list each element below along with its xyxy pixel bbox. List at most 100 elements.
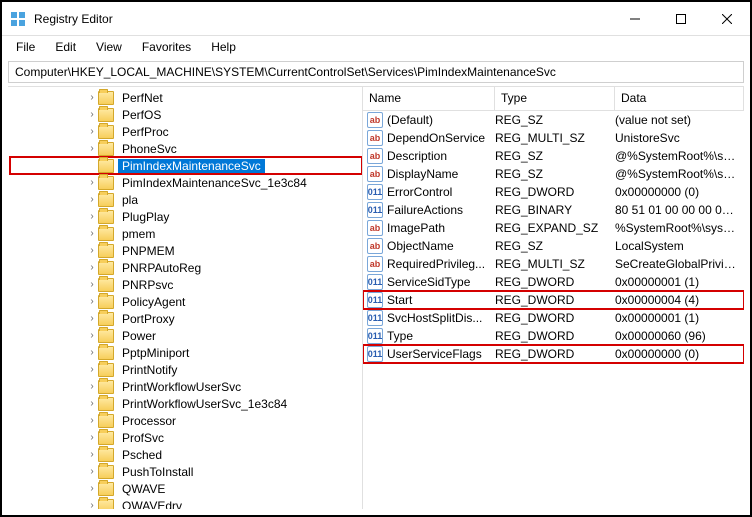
value-data: 0x00000000 (0) — [615, 185, 744, 199]
list-row[interactable]: ab(Default)REG_SZ(value not set) — [363, 111, 744, 129]
tree-item[interactable]: ›PolicyAgent — [10, 293, 362, 310]
chevron-right-icon[interactable]: › — [86, 92, 98, 103]
chevron-right-icon[interactable]: › — [86, 449, 98, 460]
chevron-right-icon[interactable]: › — [86, 143, 98, 154]
tree-item[interactable]: ⌄PimIndexMaintenanceSvc — [10, 157, 362, 174]
chevron-right-icon[interactable]: › — [86, 364, 98, 375]
folder-icon — [98, 363, 114, 377]
column-data[interactable]: Data — [615, 87, 744, 110]
list-row[interactable]: 011UserServiceFlagsREG_DWORD0x00000000 (… — [363, 345, 744, 363]
chevron-right-icon[interactable]: › — [86, 466, 98, 477]
list-row[interactable]: abObjectNameREG_SZLocalSystem — [363, 237, 744, 255]
chevron-right-icon[interactable]: › — [86, 500, 98, 509]
string-value-icon: ab — [367, 238, 383, 254]
minimize-button[interactable] — [612, 2, 658, 35]
tree-item[interactable]: ›Processor — [10, 412, 362, 429]
chevron-right-icon[interactable]: › — [86, 296, 98, 307]
value-type: REG_EXPAND_SZ — [495, 221, 615, 235]
tree-panel[interactable]: ›PerfNet›PerfOS›PerfProc›PhoneSvc⌄PimInd… — [8, 87, 363, 509]
tree-item-label: PNPMEM — [118, 244, 179, 258]
tree-item[interactable]: ›PerfNet — [10, 89, 362, 106]
tree-item[interactable]: ›pla — [10, 191, 362, 208]
folder-icon — [98, 346, 114, 360]
tree-item[interactable]: ›QWAVEdrv — [10, 497, 362, 509]
chevron-right-icon[interactable]: › — [86, 415, 98, 426]
column-type[interactable]: Type — [495, 87, 615, 110]
list-row[interactable]: abDisplayNameREG_SZ@%SystemRoot%\system — [363, 165, 744, 183]
value-type: REG_SZ — [495, 167, 615, 181]
tree-item[interactable]: ›PrintNotify — [10, 361, 362, 378]
chevron-right-icon[interactable]: › — [86, 109, 98, 120]
value-type: REG_BINARY — [495, 203, 615, 217]
list-row[interactable]: 011StartREG_DWORD0x00000004 (4) — [363, 291, 744, 309]
list-row[interactable]: abDescriptionREG_SZ@%SystemRoot%\system — [363, 147, 744, 165]
address-bar[interactable]: Computer\HKEY_LOCAL_MACHINE\SYSTEM\Curre… — [8, 61, 744, 83]
tree-item[interactable]: › PNPMEM — [10, 242, 362, 259]
column-name[interactable]: Name — [363, 87, 495, 110]
list-panel[interactable]: Name Type Data ab(Default)REG_SZ(value n… — [363, 87, 744, 509]
list-row[interactable]: 011ServiceSidTypeREG_DWORD0x00000001 (1) — [363, 273, 744, 291]
tree-item[interactable]: ›QWAVE — [10, 480, 362, 497]
menu-help[interactable]: Help — [203, 38, 244, 56]
binary-value-icon: 011 — [367, 202, 383, 218]
chevron-right-icon[interactable]: › — [86, 347, 98, 358]
tree-item[interactable]: ›PrintWorkflowUserSvc_1e3c84 — [10, 395, 362, 412]
tree-item[interactable]: ›pmem — [10, 225, 362, 242]
chevron-right-icon[interactable]: › — [86, 211, 98, 222]
list-row[interactable]: 011ErrorControlREG_DWORD0x00000000 (0) — [363, 183, 744, 201]
binary-value-icon: 011 — [367, 184, 383, 200]
menu-favorites[interactable]: Favorites — [134, 38, 199, 56]
menu-view[interactable]: View — [88, 38, 130, 56]
list-row[interactable]: abDependOnServiceREG_MULTI_SZUnistoreSvc — [363, 129, 744, 147]
chevron-right-icon[interactable]: › — [86, 398, 98, 409]
list-row[interactable]: abRequiredPrivileg...REG_MULTI_SZSeCreat… — [363, 255, 744, 273]
list-row[interactable]: 011TypeREG_DWORD0x00000060 (96) — [363, 327, 744, 345]
list-row[interactable]: 011SvcHostSplitDis...REG_DWORD0x00000001… — [363, 309, 744, 327]
chevron-right-icon[interactable]: › — [86, 381, 98, 392]
chevron-right-icon[interactable]: › — [86, 432, 98, 443]
chevron-right-icon[interactable]: › — [86, 177, 98, 188]
chevron-right-icon[interactable]: › — [86, 194, 98, 205]
tree-item[interactable]: ›PNRPAutoReg — [10, 259, 362, 276]
chevron-down-icon[interactable]: ⌄ — [86, 160, 98, 171]
tree-item-label: PNRPsvc — [118, 278, 177, 292]
value-data: UnistoreSvc — [615, 131, 744, 145]
folder-icon — [98, 465, 114, 479]
value-data: 80 51 01 00 00 00 00 00 00 — [615, 203, 744, 217]
value-type: REG_DWORD — [495, 185, 615, 199]
tree-item[interactable]: ›PerfOS — [10, 106, 362, 123]
tree-item[interactable]: ›ProfSvc — [10, 429, 362, 446]
tree-item[interactable]: › PNRPsvc — [10, 276, 362, 293]
tree-item[interactable]: ›PimIndexMaintenanceSvc_1e3c84 — [10, 174, 362, 191]
chevron-right-icon[interactable]: › — [86, 245, 98, 256]
menu-file[interactable]: File — [8, 38, 43, 56]
tree-item[interactable]: › PrintWorkflowUserSvc — [10, 378, 362, 395]
tree-item[interactable]: ›Psched — [10, 446, 362, 463]
tree-item[interactable]: ›Power — [10, 327, 362, 344]
value-data: @%SystemRoot%\system — [615, 167, 744, 181]
tree-item[interactable]: ›PptpMiniport — [10, 344, 362, 361]
chevron-right-icon[interactable]: › — [86, 330, 98, 341]
folder-icon — [98, 431, 114, 445]
chevron-right-icon[interactable]: › — [86, 279, 98, 290]
tree-item-label: PrintWorkflowUserSvc — [118, 380, 245, 394]
folder-icon — [98, 295, 114, 309]
tree-item[interactable]: ›PushToInstall — [10, 463, 362, 480]
value-name: RequiredPrivileg... — [387, 257, 495, 271]
chevron-right-icon[interactable]: › — [86, 483, 98, 494]
list-row[interactable]: abImagePathREG_EXPAND_SZ%SystemRoot%\sys… — [363, 219, 744, 237]
tree-item[interactable]: ›PortProxy — [10, 310, 362, 327]
close-button[interactable] — [704, 2, 750, 35]
list-row[interactable]: 011FailureActionsREG_BINARY80 51 01 00 0… — [363, 201, 744, 219]
chevron-right-icon[interactable]: › — [86, 313, 98, 324]
maximize-button[interactable] — [658, 2, 704, 35]
chevron-right-icon[interactable]: › — [86, 126, 98, 137]
tree-item[interactable]: ›PerfProc — [10, 123, 362, 140]
tree-item[interactable]: ›PlugPlay — [10, 208, 362, 225]
chevron-right-icon[interactable]: › — [86, 228, 98, 239]
menu-edit[interactable]: Edit — [47, 38, 84, 56]
chevron-right-icon[interactable]: › — [86, 262, 98, 273]
folder-icon — [98, 91, 114, 105]
value-data: 0x00000000 (0) — [615, 347, 744, 361]
tree-item[interactable]: ›PhoneSvc — [10, 140, 362, 157]
